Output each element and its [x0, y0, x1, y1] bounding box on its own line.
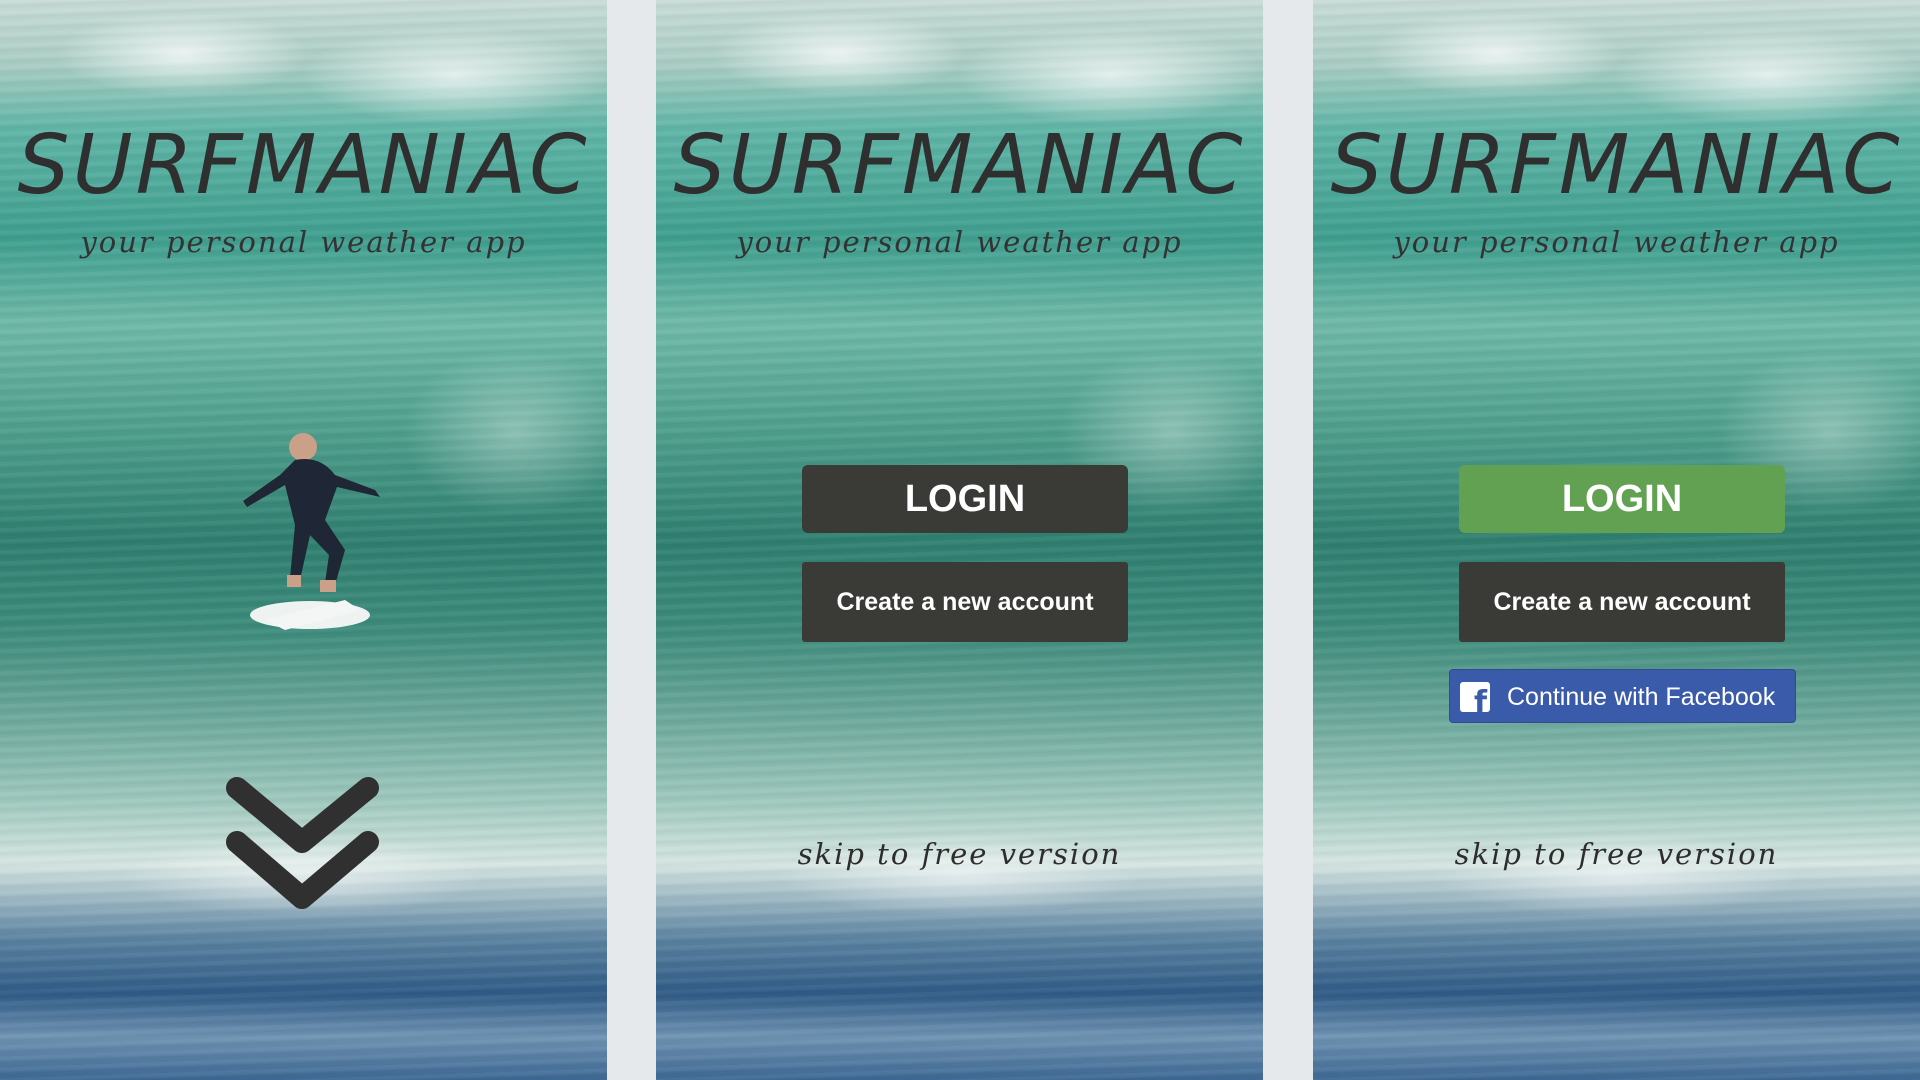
app-logo: SURFMANIAC — [673, 118, 1246, 213]
splash-screen: SURFMANIAC your personal weather app — [0, 0, 607, 1080]
create-account-button[interactable]: Create a new account — [1459, 562, 1785, 642]
app-tagline: your personal weather app — [80, 225, 527, 259]
login-button[interactable]: LOGIN — [1459, 465, 1785, 533]
continue-with-facebook-button[interactable]: f Continue with Facebook — [1449, 669, 1796, 723]
facebook-button-label: Continue with Facebook — [1507, 683, 1776, 711]
facebook-icon: f — [1460, 682, 1490, 718]
create-account-button[interactable]: Create a new account — [802, 562, 1128, 642]
surfer-photo — [243, 433, 380, 630]
login-screen-facebook: SURFMANIAC your personal weather app LOG… — [1313, 0, 1920, 1080]
scroll-down-chevron-icon[interactable] — [225, 770, 380, 920]
skip-to-free-version-link[interactable]: skip to free version — [656, 840, 1263, 869]
app-logo: SURFMANIAC — [1330, 118, 1903, 213]
skip-to-free-version-link[interactable]: skip to free version — [1313, 840, 1920, 869]
app-tagline: your personal weather app — [1393, 225, 1840, 259]
app-logo: SURFMANIAC — [17, 118, 590, 213]
login-button[interactable]: LOGIN — [802, 465, 1128, 533]
app-tagline: your personal weather app — [736, 225, 1183, 259]
login-screen: SURFMANIAC your personal weather app LOG… — [656, 0, 1263, 1080]
